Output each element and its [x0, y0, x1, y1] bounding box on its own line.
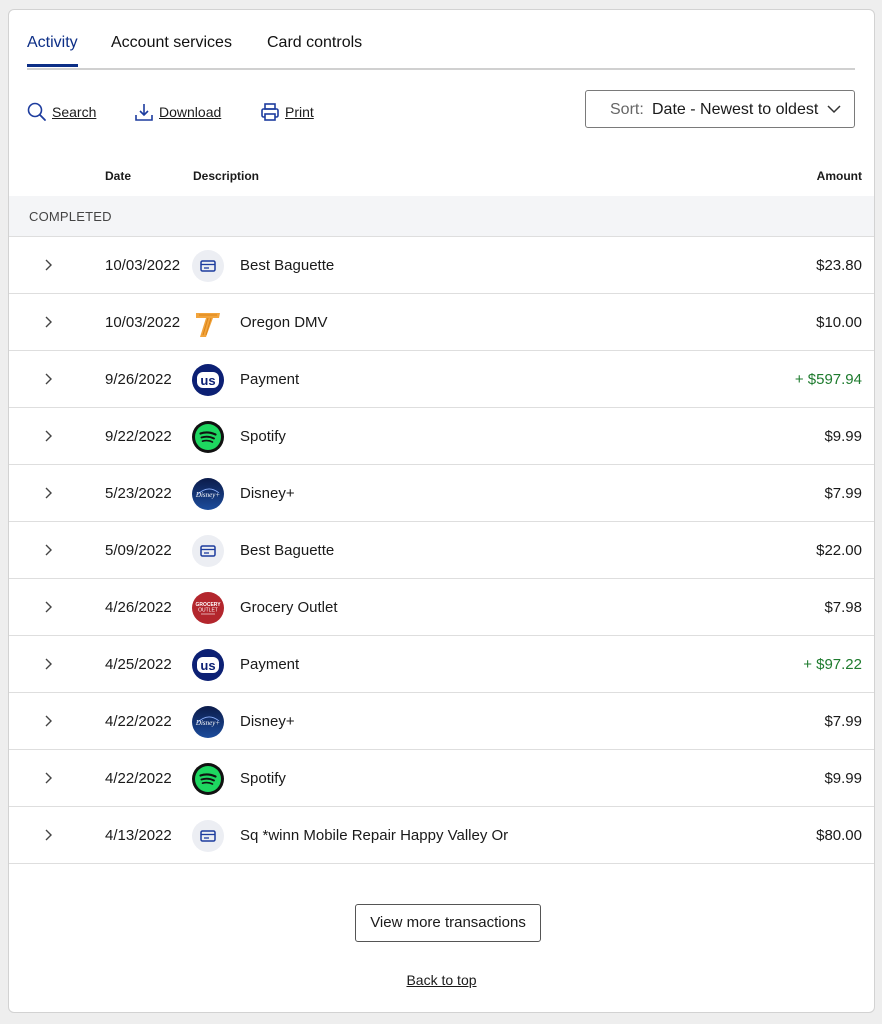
transaction-description: Grocery Outlet: [240, 599, 338, 616]
transaction-amount: $7.99: [824, 485, 862, 502]
printer-icon: [261, 103, 279, 121]
download-icon: [135, 104, 153, 121]
transaction-date: 5/23/2022: [105, 485, 172, 502]
transaction-description: Sq *winn Mobile Repair Happy Valley Or: [240, 827, 509, 844]
print-button[interactable]: Print: [260, 102, 314, 122]
transaction-description: Disney+: [240, 713, 295, 730]
card-icon: [192, 820, 224, 852]
transaction-date: 10/03/2022: [105, 257, 181, 274]
chevron-right-icon[interactable]: [41, 372, 55, 386]
transaction-description: Disney+: [240, 485, 295, 502]
us-bank-logo: us: [192, 364, 224, 396]
transaction-amount: $9.99: [824, 428, 862, 445]
card-icon: [192, 535, 224, 567]
column-header-description: Description: [193, 169, 260, 183]
section-header-completed: COMPLETED: [9, 196, 874, 236]
grocery-outlet-logo: GROCERY OUTLET: [192, 592, 224, 624]
download-button[interactable]: Download: [134, 102, 221, 122]
chevron-right-icon[interactable]: [41, 828, 55, 842]
transaction-description: Best Baguette: [240, 542, 335, 559]
transaction-row[interactable]: 10/03/2022 Oregon DMV $10.00: [9, 293, 874, 350]
activity-panel: Activity Account services Card controls …: [8, 9, 875, 1013]
back-to-top-link[interactable]: Back to top: [9, 972, 874, 988]
transaction-amount: $10.00: [816, 314, 862, 331]
back-to-top-label[interactable]: Back to top: [406, 972, 476, 988]
transaction-row[interactable]: 9/26/2022 us Payment + $597.94: [9, 350, 874, 407]
tab-bar: Activity Account services Card controls: [27, 34, 855, 70]
transaction-date: 4/13/2022: [105, 827, 172, 844]
chevron-right-icon[interactable]: [41, 486, 55, 500]
tab-account-services[interactable]: Account services: [111, 34, 232, 67]
transaction-amount: $23.80: [816, 257, 862, 274]
spotify-logo: [192, 763, 224, 795]
transaction-description: Oregon DMV: [240, 314, 328, 331]
transaction-date: 9/26/2022: [105, 371, 172, 388]
svg-text:OUTLET: OUTLET: [198, 608, 218, 614]
transaction-row[interactable]: 5/23/2022 Disney+ Disney+ $7.99: [9, 464, 874, 521]
chevron-right-icon[interactable]: [41, 429, 55, 443]
transaction-amount: $7.99: [824, 713, 862, 730]
transaction-date: 4/25/2022: [105, 656, 172, 673]
transaction-row[interactable]: 4/26/2022 GROCERY OUTLET Grocery Outlet $7.9…: [9, 578, 874, 635]
transaction-row[interactable]: 10/03/2022 Best Baguette $23.80: [9, 236, 874, 293]
transaction-date: 9/22/2022: [105, 428, 172, 445]
chevron-right-icon[interactable]: [41, 657, 55, 671]
transaction-amount: $7.98: [824, 599, 862, 616]
spotify-logo: [192, 421, 224, 453]
transaction-description: Spotify: [240, 770, 286, 787]
transaction-date: 10/03/2022: [105, 314, 181, 331]
svg-text:Disney+: Disney+: [195, 491, 220, 499]
us-bank-logo: us: [192, 649, 224, 681]
view-more-transactions-button[interactable]: View more transactions: [355, 904, 541, 942]
search-icon: [27, 102, 46, 121]
transaction-date: 4/22/2022: [105, 713, 172, 730]
print-label: Print: [285, 104, 314, 120]
svg-text:us: us: [200, 373, 215, 388]
tab-activity[interactable]: Activity: [27, 34, 78, 67]
transaction-amount: + $97.22: [803, 656, 862, 673]
transaction-description: Spotify: [240, 428, 286, 445]
chevron-right-icon[interactable]: [41, 315, 55, 329]
transaction-row[interactable]: 5/09/2022 Best Baguette $22.00: [9, 521, 874, 578]
chevron-right-icon[interactable]: [41, 600, 55, 614]
chevron-down-icon: [827, 105, 841, 114]
transaction-row[interactable]: 9/22/2022 Spotify $9.99: [9, 407, 874, 464]
disney-plus-logo: Disney+: [192, 706, 224, 738]
transaction-date: 5/09/2022: [105, 542, 172, 559]
search-label: Search: [52, 104, 97, 120]
transaction-description: Payment: [240, 371, 300, 388]
transaction-description: Best Baguette: [240, 257, 335, 274]
transaction-row[interactable]: 4/25/2022 us Payment + $97.22: [9, 635, 874, 692]
svg-text:Disney+: Disney+: [195, 719, 220, 727]
search-button[interactable]: Search: [27, 102, 96, 122]
sort-label: Sort:: [610, 101, 644, 118]
transaction-list: 10/03/2022 Best Baguette $23.80 10/03/2022 O…: [9, 236, 874, 864]
transaction-description: Payment: [240, 656, 300, 673]
transaction-row[interactable]: 4/13/2022 Sq *winn Mobile Repair Happy Va…: [9, 806, 874, 864]
transaction-amount: $22.00: [816, 542, 862, 559]
sort-value: Date - Newest to oldest: [652, 101, 819, 118]
transaction-amount: + $597.94: [794, 371, 862, 388]
chevron-right-icon[interactable]: [41, 543, 55, 557]
transaction-row[interactable]: 4/22/2022 Spotify $9.99: [9, 749, 874, 806]
chevron-right-icon[interactable]: [41, 258, 55, 272]
sort-dropdown[interactable]: Sort: Date - Newest to oldest: [585, 90, 855, 128]
download-label: Download: [159, 104, 222, 120]
transaction-date: 4/26/2022: [105, 599, 172, 616]
transaction-amount: $80.00: [816, 827, 862, 844]
column-header-date[interactable]: Date: [105, 169, 131, 183]
transaction-amount: $9.99: [824, 770, 862, 787]
card-icon: [192, 250, 224, 282]
chevron-right-icon[interactable]: [41, 714, 55, 728]
chevron-right-icon[interactable]: [41, 771, 55, 785]
column-header-amount[interactable]: Amount: [817, 169, 862, 183]
transaction-row[interactable]: 4/22/2022 Disney+ Disney+ $7.99: [9, 692, 874, 749]
transaction-date: 4/22/2022: [105, 770, 172, 787]
tab-card-controls[interactable]: Card controls: [267, 34, 362, 67]
svg-text:us: us: [200, 658, 215, 673]
disney-plus-logo: Disney+: [192, 478, 224, 510]
section-label: COMPLETED: [29, 209, 112, 224]
oregon-dmv-logo: [192, 307, 224, 339]
